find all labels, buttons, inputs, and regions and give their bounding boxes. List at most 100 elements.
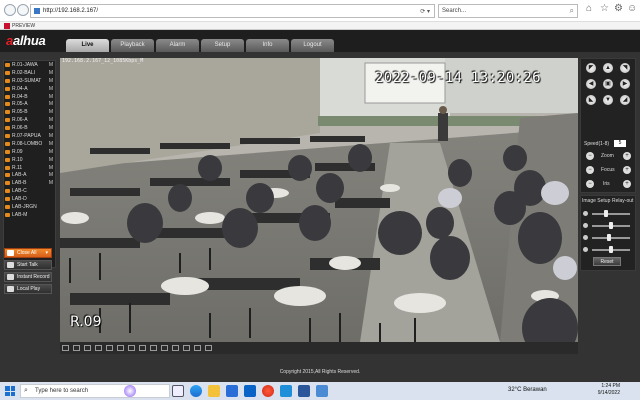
cortana-icon[interactable] xyxy=(124,385,136,397)
camera-list-item[interactable]: R.01-JAWA M xyxy=(4,61,55,69)
main-stream-link[interactable]: M xyxy=(49,148,53,156)
back-button[interactable] xyxy=(4,4,16,16)
camera-list-item[interactable]: R.02-BALI M xyxy=(4,69,55,77)
tab-logout[interactable]: Logout xyxy=(291,39,334,52)
slider-knob[interactable] xyxy=(609,222,613,229)
layout-25-icon[interactable] xyxy=(106,345,113,351)
ptz-right-icon[interactable]: ▶ xyxy=(620,79,630,89)
home-icon[interactable]: ⌂ xyxy=(586,3,592,14)
main-stream-link[interactable]: M xyxy=(49,69,53,77)
store-icon[interactable] xyxy=(226,385,238,397)
focus-far-icon[interactable]: + xyxy=(623,166,631,174)
main-stream-link[interactable]: M xyxy=(49,61,53,69)
iris-close-icon[interactable]: − xyxy=(586,180,594,188)
camera-list-item[interactable]: LAB-C xyxy=(4,187,55,195)
focus-near-icon[interactable]: − xyxy=(586,166,594,174)
brightness-slider[interactable] xyxy=(583,210,633,218)
tab-alarm[interactable]: Alarm xyxy=(156,39,199,52)
relay-out-tab[interactable]: Relay-out xyxy=(612,198,633,204)
ptz-down-icon[interactable]: ▼ xyxy=(603,95,613,105)
browser-search-input[interactable]: Search... ⌕ xyxy=(438,4,578,18)
snapshot-icon[interactable] xyxy=(139,345,146,351)
main-stream-link[interactable]: M xyxy=(49,140,53,148)
task-view-icon[interactable] xyxy=(172,385,184,397)
camera-list-item[interactable]: R.03-SUMAT M xyxy=(4,77,55,85)
feedback-icon[interactable]: ☺ xyxy=(627,3,637,14)
forward-button[interactable] xyxy=(17,4,29,16)
tab-live[interactable]: Live xyxy=(66,39,109,52)
system-clock[interactable]: 1:24 PM 9/14/2022 xyxy=(598,383,620,397)
main-stream-link[interactable]: M xyxy=(49,179,53,187)
camera-list-item[interactable]: R.05-B M xyxy=(4,108,55,116)
start-talk-button[interactable]: Start Talk xyxy=(4,260,52,270)
edge-icon[interactable] xyxy=(190,385,202,397)
slider-knob[interactable] xyxy=(603,210,608,217)
camera-list-item[interactable]: R.08-LOMBO M xyxy=(4,140,55,148)
ptz-up-right-icon[interactable]: ◥ xyxy=(620,63,630,73)
refresh-icon[interactable]: ⟳ ▾ xyxy=(420,6,430,18)
ptz-center-icon[interactable]: ▣ xyxy=(603,79,613,89)
saturation-slider[interactable] xyxy=(583,234,633,242)
camera-list-item[interactable]: LAB-B M xyxy=(4,179,55,187)
main-stream-link[interactable]: M xyxy=(49,124,53,132)
record-toolbar-icon[interactable] xyxy=(194,345,201,351)
ie-icon[interactable] xyxy=(280,385,292,397)
tab-setup[interactable]: Setup xyxy=(201,39,244,52)
search-icon[interactable]: ⌕ xyxy=(570,5,574,17)
image-setup-tab[interactable]: Image Setup xyxy=(582,198,610,204)
camera-list-item[interactable]: LAB-A M xyxy=(4,171,55,179)
camera-list-item[interactable]: LAB-D xyxy=(4,195,55,203)
stream-icon[interactable] xyxy=(150,345,157,351)
camera-list-item[interactable]: R.06-A M xyxy=(4,116,55,124)
windows-start-icon[interactable] xyxy=(5,386,15,396)
iris-open-icon[interactable]: + xyxy=(623,180,631,188)
contrast-slider[interactable] xyxy=(583,222,633,230)
live-video-view[interactable]: 192.168.2.167_12_1085Kbps_M 2022-09-14 1… xyxy=(60,58,578,342)
main-stream-link[interactable]: M xyxy=(49,93,53,101)
layout-36-icon[interactable] xyxy=(117,345,124,351)
weather-widget[interactable]: 32°C Berawan xyxy=(508,387,547,393)
main-stream-link[interactable]: M xyxy=(49,100,53,108)
ptz-down-left-icon[interactable]: ◣ xyxy=(586,95,596,105)
fluency-icon[interactable] xyxy=(205,345,212,351)
local-play-button[interactable]: Local Play xyxy=(4,284,52,294)
camera-list-item[interactable]: R.05-A M xyxy=(4,100,55,108)
zoom-out-icon[interactable]: − xyxy=(586,152,594,160)
hue-slider[interactable] xyxy=(583,246,633,254)
browser-tab[interactable]: PREVIEW xyxy=(4,22,35,30)
reset-button[interactable]: Reset xyxy=(593,257,621,266)
layout-1-icon[interactable] xyxy=(62,345,69,351)
camera-list-item[interactable]: LAB-M xyxy=(4,211,55,219)
main-stream-link[interactable]: M xyxy=(49,77,53,85)
main-stream-link[interactable]: M xyxy=(49,132,53,140)
close-all-button[interactable]: Close All ▾ xyxy=(4,248,52,258)
ptz-up-icon[interactable]: ▲ xyxy=(603,63,613,73)
slider-knob[interactable] xyxy=(607,234,612,241)
tab-playback[interactable]: Playback xyxy=(111,39,154,52)
zoom-icon[interactable] xyxy=(172,345,179,351)
instant-record-button[interactable]: Instant Record xyxy=(4,272,52,282)
audio-icon[interactable] xyxy=(183,345,190,351)
word-icon[interactable] xyxy=(298,385,310,397)
fullscreen-icon[interactable] xyxy=(128,345,135,351)
camera-list-item[interactable]: R.09 M xyxy=(4,148,55,156)
ptz-down-right-icon[interactable]: ◢ xyxy=(620,95,630,105)
camera-list-item[interactable]: R.10 M xyxy=(4,156,55,164)
main-stream-link[interactable]: M xyxy=(49,171,53,179)
camera-list-item[interactable]: R.04-A M xyxy=(4,85,55,93)
speed-select[interactable]: 5 xyxy=(614,140,626,147)
mail-icon[interactable] xyxy=(244,385,256,397)
favorites-icon[interactable]: ☆ xyxy=(600,3,609,14)
address-bar[interactable]: http://192.168.2.167/ ⟳ ▾ xyxy=(30,4,435,18)
slider-knob[interactable] xyxy=(609,246,613,253)
main-stream-link[interactable]: M xyxy=(49,164,53,172)
chevron-down-icon[interactable]: ▾ xyxy=(45,249,48,258)
app-icon[interactable] xyxy=(316,385,328,397)
taskbar-search-input[interactable]: ⌕ Type here to search xyxy=(20,384,170,398)
layout-9-icon[interactable] xyxy=(84,345,91,351)
camera-list-item[interactable]: R.07-PAPUA M xyxy=(4,132,55,140)
camera-list-item[interactable]: R.04-B M xyxy=(4,93,55,101)
main-stream-link[interactable]: M xyxy=(49,108,53,116)
layout-16-icon[interactable] xyxy=(95,345,102,351)
main-stream-link[interactable]: M xyxy=(49,156,53,164)
